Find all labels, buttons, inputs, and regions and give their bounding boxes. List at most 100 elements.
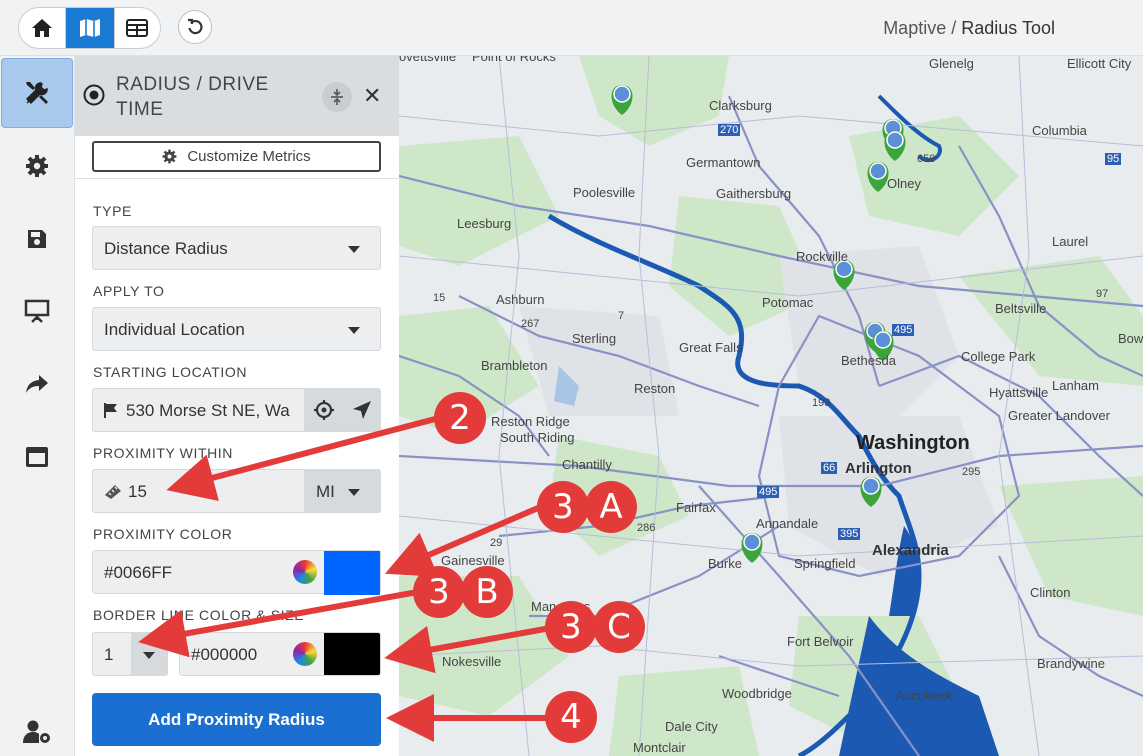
- map-label: ovettsville: [399, 56, 457, 64]
- map-label: 295: [962, 466, 981, 478]
- border-line-label: BORDER LINE COLOR & SIZE: [93, 607, 305, 623]
- proximity-color-input[interactable]: #0066FF: [92, 550, 381, 595]
- location-actions: [304, 389, 380, 431]
- map-view-button[interactable]: [65, 8, 114, 48]
- map-base: [399, 56, 1143, 756]
- metrics-bar: Customize Metrics: [75, 136, 399, 179]
- border-color-value: #000000: [191, 645, 258, 664]
- proximity-value: 15: [128, 482, 147, 501]
- map-label: Glenelg: [929, 56, 974, 71]
- proximity-color-value: #0066FF: [104, 563, 173, 582]
- map-label: 270: [718, 124, 741, 136]
- chevron-down-icon: [348, 246, 360, 253]
- chevron-down-icon: [348, 327, 360, 334]
- callout-badge: B: [461, 566, 513, 618]
- rail-tools[interactable]: [1, 58, 73, 128]
- add-proximity-radius-button[interactable]: Add Proximity Radius: [92, 693, 381, 746]
- map-label: Bowie: [1118, 331, 1143, 346]
- breadcrumb-separator: /: [951, 18, 957, 38]
- customize-metrics-button[interactable]: Customize Metrics: [92, 141, 381, 172]
- callout-badge: 3: [545, 601, 597, 653]
- map-label: Sterling: [572, 331, 617, 346]
- map-label: Reston: [634, 381, 676, 396]
- map-label: Laurel: [1052, 234, 1089, 249]
- map-label: 495: [757, 486, 780, 498]
- presentation-icon: [24, 299, 50, 323]
- customize-metrics-label: Customize Metrics: [187, 148, 311, 165]
- map-label: Washington: [856, 432, 970, 454]
- apply-to-select[interactable]: Individual Location: [92, 307, 381, 351]
- map-label: Germantown: [686, 155, 761, 170]
- type-select[interactable]: Distance Radius: [92, 226, 381, 270]
- breadcrumb-current: Radius Tool: [961, 18, 1055, 38]
- map-label: 650: [917, 153, 936, 165]
- table-view-button[interactable]: [113, 8, 160, 48]
- view-switcher: [18, 7, 161, 49]
- map-label: Burke: [708, 556, 742, 571]
- map-label: Fort Belvoir: [787, 634, 854, 649]
- rail-save[interactable]: [0, 209, 74, 269]
- share-icon: [26, 375, 48, 393]
- breadcrumb-app[interactable]: Maptive: [883, 18, 946, 38]
- callout-badge: 4: [545, 691, 597, 743]
- map-label: Clarksburg: [709, 98, 772, 113]
- radio-target-icon: [83, 84, 105, 106]
- rail-window[interactable]: [0, 427, 74, 487]
- apply-to-value: Individual Location: [104, 320, 245, 339]
- home-button[interactable]: [19, 8, 65, 48]
- map-label: Hyattsville: [989, 385, 1049, 400]
- starting-location-label: STARTING LOCATION: [93, 364, 248, 380]
- undo-button[interactable]: [178, 10, 212, 44]
- collapse-icon: [331, 89, 343, 105]
- map-label: Accokeek: [896, 688, 953, 703]
- radius-panel: RADIUS / DRIVE TIME ✕ Customize Metrics …: [74, 56, 399, 756]
- map-label: Nokesville: [442, 654, 502, 669]
- map-label: Great Falls: [679, 340, 743, 355]
- color-wheel-icon[interactable]: [293, 642, 317, 666]
- home-icon: [32, 19, 53, 37]
- gear-icon: [162, 149, 177, 164]
- rail-user-settings[interactable]: [0, 702, 74, 756]
- map-label: Springfield: [794, 556, 856, 571]
- proximity-within-label: PROXIMITY WITHIN: [93, 445, 234, 461]
- unit-select[interactable]: MI: [304, 470, 380, 512]
- map-label: 66: [821, 462, 838, 474]
- map-label: Point of Rocks: [472, 56, 556, 64]
- chevron-down-icon: [348, 489, 360, 496]
- sidebar-rail: [0, 56, 74, 756]
- border-size-caret[interactable]: [131, 633, 167, 675]
- starting-location-input[interactable]: 530 Morse St NE, Wa: [92, 388, 381, 432]
- map-label: Chantilly: [562, 457, 612, 472]
- window-icon: [26, 447, 48, 467]
- top-bar: Maptive / Radius Tool: [0, 0, 1143, 56]
- breadcrumb: Maptive / Radius Tool: [883, 18, 1055, 39]
- undo-icon: [188, 18, 203, 35]
- map-label: Greater Landover: [1008, 408, 1110, 423]
- map-label: Arlington: [845, 460, 912, 477]
- map-label: Rockville: [796, 249, 849, 264]
- border-color-swatch[interactable]: [324, 633, 380, 675]
- callout-badge: 2: [434, 392, 486, 444]
- proximity-color-label: PROXIMITY COLOR: [93, 526, 233, 542]
- crosshair-icon[interactable]: [313, 399, 335, 421]
- map-canvas[interactable]: ovettsville Point of Rocks Glenelg Ellic…: [399, 56, 1143, 756]
- map-label: Olney: [887, 176, 921, 191]
- close-icon[interactable]: ✕: [363, 83, 381, 109]
- proximity-color-swatch[interactable]: [324, 551, 380, 595]
- map-label: Gainesville: [441, 553, 505, 568]
- rail-share[interactable]: [0, 354, 74, 414]
- map-label: Clinton: [1030, 585, 1071, 600]
- color-wheel-icon[interactable]: [293, 560, 317, 584]
- rail-settings[interactable]: [0, 136, 74, 196]
- proximity-within-input[interactable]: 15 MI: [92, 469, 381, 513]
- border-size-select[interactable]: 1: [92, 632, 168, 676]
- map-label: Woodbridge: [722, 686, 792, 701]
- rail-presentation[interactable]: [0, 281, 74, 341]
- chevron-down-icon: [143, 652, 155, 659]
- callout-badge: 3: [413, 566, 465, 618]
- map-label: Columbia: [1032, 123, 1087, 138]
- navigate-arrow-icon[interactable]: [352, 400, 372, 420]
- starting-location-value: 530 Morse St NE, Wa: [126, 401, 290, 420]
- border-color-input[interactable]: #000000: [179, 632, 381, 676]
- collapse-button[interactable]: [322, 82, 352, 112]
